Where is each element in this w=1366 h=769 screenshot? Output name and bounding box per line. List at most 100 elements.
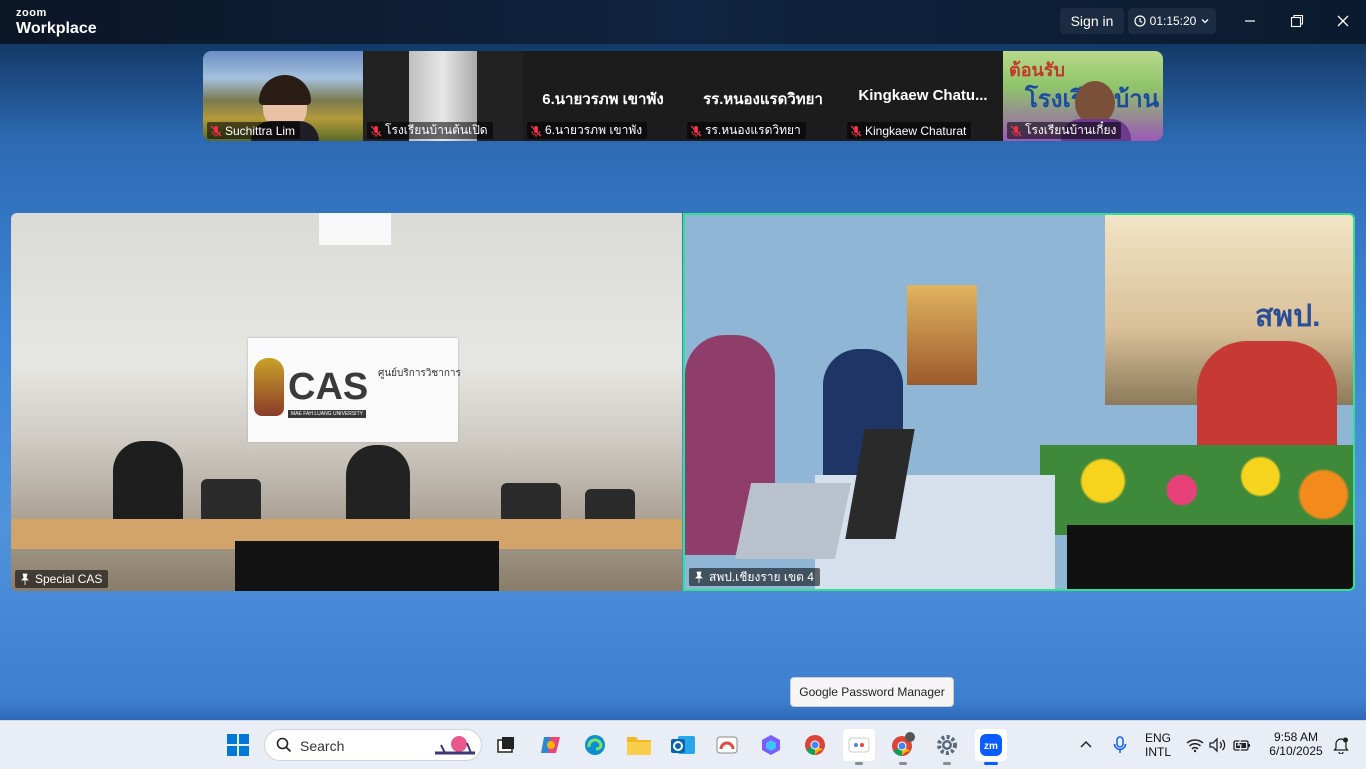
participant-name: โรงเรียนบ้านต้นเปิด (385, 123, 488, 137)
backdrop-banner-text: สพป. (1255, 300, 1321, 333)
microsoft-365-button[interactable] (755, 729, 787, 761)
participant-name-label: โรงเรียนบ้านเกี๋ยง (1007, 122, 1122, 139)
battery-charging-icon (1233, 738, 1250, 752)
sign-in-button[interactable]: Sign in (1060, 8, 1124, 34)
mic-muted-icon (370, 125, 382, 137)
chrome-icon (805, 735, 825, 755)
wifi-button[interactable] (1184, 729, 1206, 761)
close-button[interactable] (1331, 10, 1355, 32)
participant-tile-baan-kiang[interactable]: ต้อนรับ โรงเรียนบ้าน โรงเรียนบ้านเกี๋ยง (1003, 51, 1163, 141)
pin-icon (695, 571, 703, 583)
video-name: สพป.เชียงราย เขต 4 (709, 569, 814, 584)
show-hidden-icons-button[interactable] (1074, 729, 1098, 761)
mic-muted-icon (530, 125, 542, 137)
participant-tile-nong-raed[interactable]: รร.หนองแรดวิทยา รร.หนองแรดวิทยา (683, 51, 843, 141)
password-manager-tooltip: Google Password Manager (790, 677, 954, 707)
m365-icon (762, 735, 780, 755)
participant-name-label: รร.หนองแรดวิทยา (687, 122, 806, 139)
minimize-button[interactable] (1238, 10, 1262, 32)
title-bar: zoom Workplace Sign in 01:15:20 (0, 0, 1366, 44)
participant-tile-worapop[interactable]: 6.นายวรภพ เขาพัง 6.นายวรภพ เขาพัง (523, 51, 683, 141)
mic-muted-icon (690, 125, 702, 137)
participant-name: โรงเรียนบ้านเกี๋ยง (1025, 123, 1117, 137)
participant-name: Suchittra Lim (225, 123, 296, 138)
clock-time: 9:58 AM (1273, 730, 1319, 744)
svg-text:zm: zm (984, 741, 998, 752)
clock[interactable]: 9:58 AM 6/10/2025 (1262, 730, 1330, 758)
copilot-icon (541, 737, 560, 753)
microphone-icon (1113, 736, 1127, 753)
brand-zoom-text: zoom (16, 7, 47, 19)
outlook-icon (671, 736, 695, 754)
video-tile-spp-chiangrai-4[interactable]: สพป. สพป.เชียงราย เขต 4 (683, 213, 1355, 591)
participant-display-name: รร.หนองแรดวิทยา (703, 91, 823, 108)
person-right (1197, 341, 1337, 461)
snip-icon (716, 736, 738, 754)
keyboard-layout: INTL (1144, 745, 1171, 759)
pin-icon (21, 573, 29, 585)
chevron-up-icon (1080, 740, 1092, 748)
mic-muted-icon (850, 125, 862, 137)
participant-tile-suchittra[interactable]: Suchittra Lim (203, 51, 363, 141)
search-icon (276, 737, 292, 753)
meeting-timer[interactable]: 01:15:20 (1128, 8, 1216, 34)
video-tile-special-cas[interactable]: CAS MAE FAH LUANG UNIVERSITY ศูนย์บริการ… (11, 213, 682, 591)
task-view-icon (497, 737, 514, 753)
folder-icon (627, 737, 651, 755)
zoom-icon: zm (980, 734, 1002, 756)
volume-button[interactable] (1207, 729, 1229, 761)
flower-display (1040, 445, 1353, 535)
tv-monitor (1067, 525, 1353, 589)
gallery-strip: Suchittra Lim โรงเรียนบ้านต้นเปิด 6.นายว… (203, 51, 1163, 141)
notifications-button[interactable] (1330, 729, 1352, 761)
video-name-label: สพป.เชียงราย เขต 4 (689, 568, 820, 586)
taskbar-search[interactable]: Search (264, 729, 482, 761)
participant-name: รร.หนองแรดวิทยา (705, 123, 801, 137)
windows-logo-icon (227, 734, 249, 756)
participant-name-label: 6.นายวรภพ เขาพัง (527, 122, 648, 139)
wall-sign: CAS MAE FAH LUANG UNIVERSITY ศูนย์บริการ… (248, 338, 461, 442)
windows-taskbar: Search zm ENG INTL 9:58 AM 6/10/2025 (0, 720, 1366, 769)
clock-icon (1134, 15, 1146, 27)
participant-name-label: Kingkaew Chaturat (847, 122, 972, 139)
microphone-button[interactable] (1108, 729, 1132, 761)
shrine (907, 285, 977, 385)
language-indicator[interactable]: ENG INTL (1140, 731, 1176, 759)
active-indicator (984, 762, 998, 765)
participant-name: 6.นายวรภพ เขาพัง (545, 123, 643, 137)
running-indicator (899, 762, 907, 765)
notification-bell-icon (1333, 737, 1349, 754)
restore-button[interactable] (1285, 10, 1309, 32)
cas-logo-text: CAS (288, 366, 369, 408)
copilot-button[interactable] (535, 729, 567, 761)
participant-name-label: Suchittra Lim (207, 122, 301, 139)
cas-thai-text: ศูนย์บริการวิชาการ (378, 368, 461, 379)
running-indicator (943, 762, 951, 765)
start-button[interactable] (222, 729, 254, 761)
tv-monitor (235, 541, 499, 591)
snipping-tool-button[interactable] (711, 729, 743, 761)
search-placeholder: Search (300, 738, 345, 754)
language-code: ENG (1144, 731, 1171, 745)
participant-tile-baan-ton-pued[interactable]: โรงเรียนบ้านต้นเปิด (363, 51, 523, 141)
edge-button[interactable] (579, 729, 611, 761)
password-manager-button[interactable] (843, 729, 875, 765)
mic-muted-icon (210, 125, 222, 137)
video-name: Special CAS (35, 572, 103, 586)
chrome-profile-button[interactable] (887, 729, 919, 765)
settings-button[interactable] (931, 729, 963, 765)
speaker-icon (1209, 737, 1226, 753)
brand-workplace-text: Workplace (16, 20, 97, 37)
participant-name: Kingkaew Chaturat (865, 123, 967, 138)
file-explorer-button[interactable] (623, 729, 655, 761)
participant-tile-kingkaew[interactable]: Kingkaew Chatu... Kingkaew Chaturat (843, 51, 1003, 141)
battery-button[interactable] (1231, 729, 1253, 761)
zoom-app-button[interactable]: zm (975, 729, 1007, 765)
chrome-button[interactable] (799, 729, 831, 761)
clock-date: 6/10/2025 (1269, 744, 1323, 758)
outlook-button[interactable] (667, 729, 699, 761)
task-view-button[interactable] (490, 729, 522, 761)
close-icon (1337, 15, 1349, 27)
mic-muted-icon (1010, 125, 1022, 137)
video-name-label: Special CAS (15, 570, 109, 588)
